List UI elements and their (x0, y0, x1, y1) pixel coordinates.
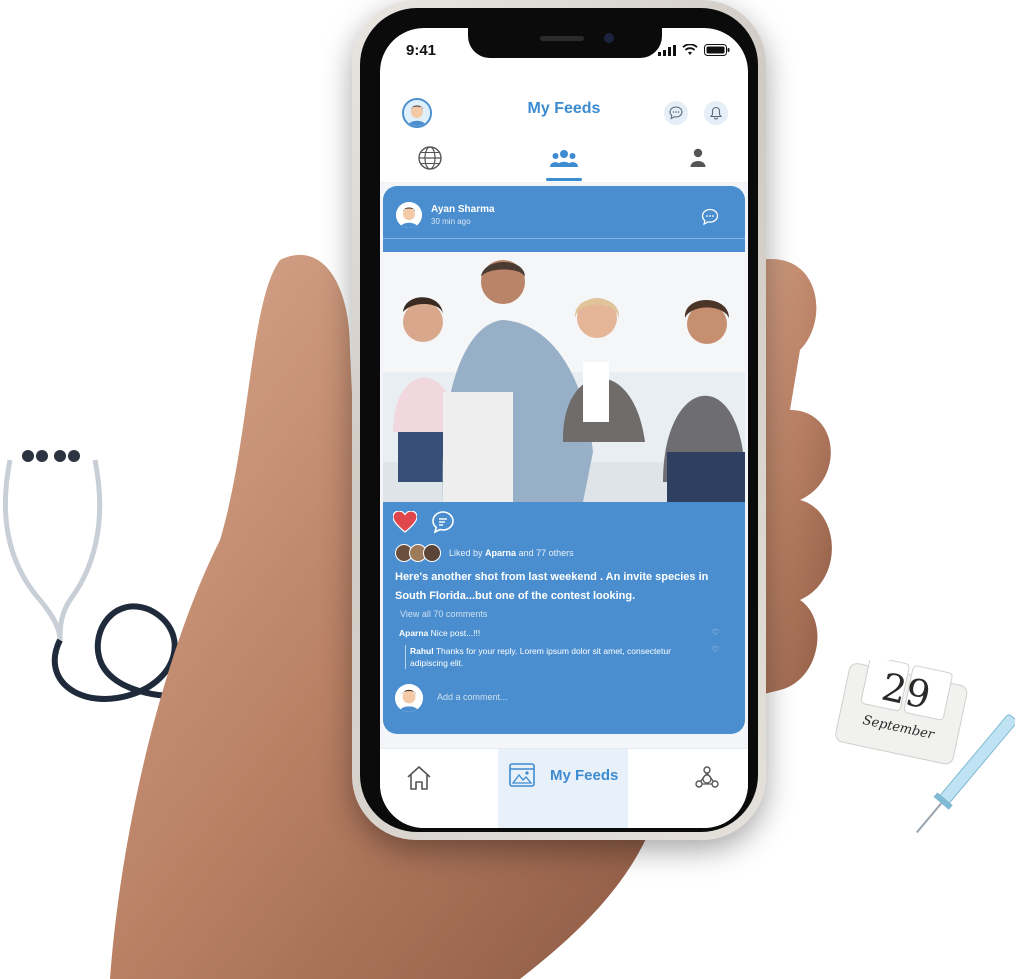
comment-like-icon[interactable]: ♡ (712, 645, 719, 654)
nav-my-feeds[interactable]: My Feeds (498, 749, 628, 828)
liked-by-suffix: and 77 others (518, 548, 574, 558)
chat-bubble-icon[interactable] (701, 208, 719, 226)
liked-by-prefix: Liked by (449, 548, 483, 558)
nav-my-feeds-label: My Feeds (550, 767, 619, 784)
front-camera (604, 33, 614, 43)
tab-profile[interactable] (668, 138, 728, 178)
comment: Aparna Nice post...!!! (399, 628, 719, 638)
notifications-button[interactable] (704, 101, 728, 125)
battery-icon (704, 44, 730, 56)
community-icon (695, 766, 719, 788)
avatar-face-icon (396, 202, 422, 228)
comment-icon[interactable] (431, 510, 455, 534)
add-comment-input[interactable] (435, 691, 719, 703)
post-header: Ayan Sharma 30 min ago (383, 186, 745, 239)
view-all-comments-link[interactable]: View all 70 comments (400, 609, 487, 619)
post-timestamp: 30 min ago (431, 217, 471, 226)
phone-notch (468, 28, 662, 58)
cellular-signal-icon (658, 44, 676, 56)
group-icon (550, 150, 578, 167)
liked-by-avatars (395, 544, 441, 562)
app-screen: 9:41 My Feeds Ayan Sharma 30 min ago Lik… (380, 28, 748, 828)
liker-avatar[interactable] (423, 544, 441, 562)
feed-tabs (380, 138, 748, 183)
phone-bezel: 9:41 My Feeds Ayan Sharma 30 min ago Lik… (360, 8, 758, 832)
comment-text: Nice post...!!! (430, 628, 481, 638)
bell-icon (709, 106, 723, 120)
avatar-face-icon (395, 684, 423, 712)
liked-by-name: Aparna (485, 548, 517, 558)
globe-icon (418, 146, 442, 170)
page-title: My Feeds (527, 100, 601, 117)
wifi-icon (682, 44, 698, 55)
active-tab-indicator (546, 178, 582, 181)
chat-bubble-icon (669, 106, 683, 120)
speaker-grille (540, 36, 584, 41)
liked-by-text[interactable]: Liked by Aparna and 77 others (449, 548, 574, 558)
status-time: 9:41 (406, 42, 437, 59)
tab-groups[interactable] (534, 138, 594, 178)
nav-community[interactable] (690, 761, 724, 795)
messages-button[interactable] (664, 101, 688, 125)
syringe-illustration (916, 714, 1015, 834)
phone-mockup: 9:41 My Feeds Ayan Sharma 30 min ago Lik… (352, 0, 766, 840)
tab-globe[interactable] (400, 138, 460, 178)
group-therapy-photo (383, 252, 745, 502)
post-caption: Here's another shot from last weekend . … (395, 571, 709, 602)
person-icon (690, 148, 706, 167)
comment-author[interactable]: Aparna (399, 628, 428, 638)
comment-like-icon[interactable]: ♡ (712, 628, 719, 637)
post-photo[interactable] (383, 252, 745, 502)
heart-icon[interactable] (393, 511, 417, 533)
likes-row: Liked by Aparna and 77 others (395, 544, 574, 562)
post-author-name[interactable]: Ayan Sharma (431, 204, 495, 215)
home-icon (407, 766, 431, 790)
comment-text: Thanks for your reply. Lorem ipsum dolor… (410, 646, 671, 668)
bottom-nav: My Feeds (380, 748, 748, 828)
app-header: My Feeds (380, 88, 748, 134)
feed-image-icon (509, 763, 535, 787)
status-icons (658, 44, 730, 56)
current-user-avatar (395, 684, 423, 712)
comment-author[interactable]: Rahul (410, 646, 434, 656)
comment-reply: Rahul Thanks for your reply. Lorem ipsum… (405, 645, 710, 669)
post-card: Ayan Sharma 30 min ago Liked by Aparna a… (383, 186, 745, 734)
nav-home[interactable] (402, 761, 436, 795)
post-author-avatar[interactable] (396, 202, 422, 228)
post-actions (393, 510, 455, 534)
